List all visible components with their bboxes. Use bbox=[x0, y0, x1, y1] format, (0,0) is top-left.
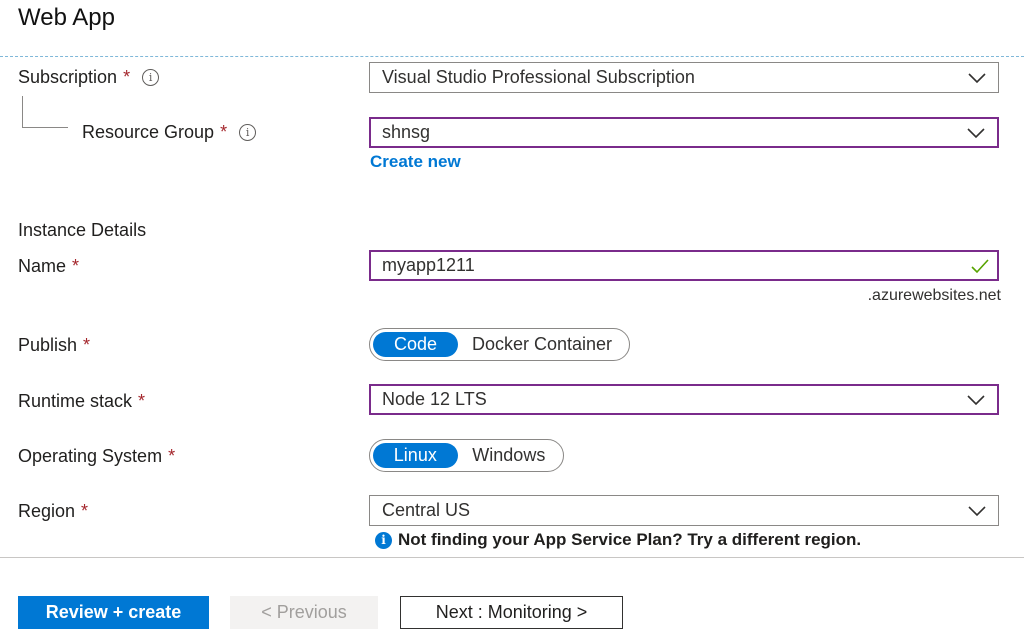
header-divider bbox=[0, 56, 1024, 57]
info-icon[interactable]: i bbox=[239, 124, 257, 141]
runtime-stack-value: Node 12 LTS bbox=[382, 389, 487, 409]
chevron-down-icon bbox=[967, 394, 985, 405]
region-hint: i Not finding your App Service Plan? Try… bbox=[375, 530, 861, 550]
runtime-stack-dropdown[interactable]: Node 12 LTS bbox=[369, 384, 999, 415]
tree-connector-vertical bbox=[22, 96, 23, 127]
resource-group-value: shnsg bbox=[382, 122, 431, 142]
name-input[interactable]: myapp1211 bbox=[369, 250, 999, 281]
region-label-group: Region * bbox=[18, 501, 88, 522]
resource-group-dropdown[interactable]: shnsg bbox=[369, 117, 999, 148]
name-label-group: Name * bbox=[18, 256, 79, 277]
info-filled-icon: i bbox=[375, 531, 392, 549]
footer-divider bbox=[0, 557, 1024, 558]
os-toggle[interactable]: Linux Windows bbox=[369, 439, 564, 472]
page-title: Web App bbox=[18, 4, 115, 31]
region-value: Central US bbox=[382, 500, 471, 520]
required-marker: * bbox=[72, 256, 80, 276]
next-monitoring-button[interactable]: Next : Monitoring > bbox=[400, 596, 623, 629]
required-marker: * bbox=[123, 67, 131, 87]
chevron-down-icon bbox=[968, 505, 986, 516]
os-label-group: Operating System * bbox=[18, 446, 175, 467]
create-new-link[interactable]: Create new bbox=[370, 152, 461, 172]
runtime-stack-label: Runtime stack bbox=[18, 391, 133, 411]
previous-button[interactable]: < Previous bbox=[230, 596, 378, 629]
publish-option-docker[interactable]: Docker Container bbox=[458, 332, 626, 357]
publish-label: Publish bbox=[18, 335, 78, 355]
required-marker: * bbox=[81, 501, 89, 521]
subscription-label: Subscription bbox=[18, 67, 118, 87]
info-icon[interactable]: i bbox=[142, 69, 160, 86]
tree-connector-horizontal bbox=[22, 127, 68, 128]
region-label: Region bbox=[18, 501, 76, 521]
subscription-dropdown[interactable]: Visual Studio Professional Subscription bbox=[369, 62, 999, 93]
publish-option-code[interactable]: Code bbox=[373, 332, 458, 357]
review-create-button[interactable]: Review + create bbox=[18, 596, 209, 629]
chevron-down-icon bbox=[968, 72, 986, 83]
required-marker: * bbox=[220, 122, 228, 142]
region-hint-text: Not finding your App Service Plan? Try a… bbox=[398, 530, 862, 549]
subscription-value: Visual Studio Professional Subscription bbox=[382, 67, 695, 87]
checkmark-icon bbox=[971, 258, 989, 273]
resource-group-label: Resource Group bbox=[82, 122, 215, 142]
os-label: Operating System bbox=[18, 446, 163, 466]
instance-details-heading: Instance Details bbox=[18, 220, 147, 240]
runtime-stack-label-group: Runtime stack * bbox=[18, 391, 145, 412]
name-label: Name bbox=[18, 256, 67, 276]
domain-suffix: .azurewebsites.net bbox=[867, 287, 1001, 304]
os-option-windows[interactable]: Windows bbox=[458, 443, 560, 468]
subscription-label-group: Subscription * i bbox=[18, 67, 160, 88]
resource-group-label-group: Resource Group * i bbox=[82, 122, 257, 143]
publish-toggle[interactable]: Code Docker Container bbox=[369, 328, 630, 361]
name-value: myapp1211 bbox=[382, 255, 475, 275]
region-dropdown[interactable]: Central US bbox=[369, 495, 999, 526]
required-marker: * bbox=[138, 391, 146, 411]
publish-label-group: Publish * bbox=[18, 335, 90, 356]
chevron-down-icon bbox=[967, 127, 985, 138]
os-option-linux[interactable]: Linux bbox=[373, 443, 458, 468]
required-marker: * bbox=[168, 446, 176, 466]
required-marker: * bbox=[83, 335, 91, 355]
